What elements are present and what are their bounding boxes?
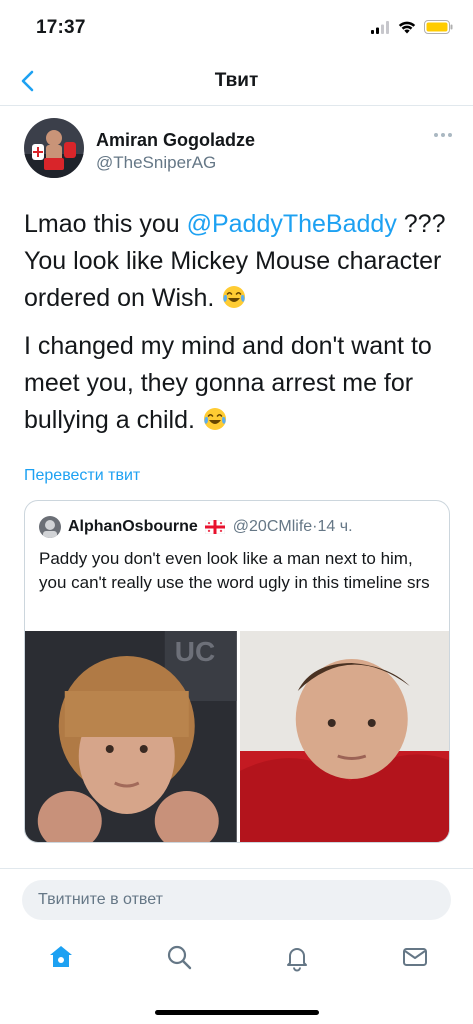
tweet-header: Amiran Gogoladze @TheSniperAG xyxy=(24,118,454,188)
face-with-tears-of-joy-icon xyxy=(223,286,246,308)
quoted-tweet-header: AlphanOsbourne @20CMlife · 14 ч. xyxy=(39,515,439,539)
tweet-paragraph-2: I changed my mind and don't want to meet… xyxy=(24,328,454,439)
battery-icon xyxy=(424,20,453,34)
quoted-tweet-text: Paddy you don't even look like a man nex… xyxy=(39,549,430,592)
quoted-photo-right[interactable] xyxy=(239,631,449,842)
home-indicator xyxy=(155,1010,319,1015)
tweet-text-part: Lmao this you xyxy=(24,210,187,238)
quoted-media: UC xyxy=(25,631,449,842)
search-icon[interactable] xyxy=(164,942,194,972)
author-name[interactable]: Amiran Gogoladze xyxy=(96,130,255,151)
page-title: Твит xyxy=(214,70,259,91)
home-icon[interactable] xyxy=(46,942,76,972)
status-time: 17:37 xyxy=(36,17,86,38)
georgia-flag-icon xyxy=(204,520,225,534)
author-avatar[interactable] xyxy=(24,118,84,178)
tweet-paragraph-1: Lmao this you @PaddyTheBaddy ??? You loo… xyxy=(24,206,454,317)
mention-link[interactable]: @PaddyTheBaddy xyxy=(187,210,397,238)
reply-input[interactable]: Твитните в ответ xyxy=(22,880,451,920)
quoted-photo-left[interactable]: UC xyxy=(25,631,237,842)
tweet-text: Lmao this you @PaddyTheBaddy ??? You loo… xyxy=(24,206,454,450)
more-options-icon[interactable] xyxy=(432,130,454,140)
quoted-timestamp: 14 ч. xyxy=(317,518,353,535)
messages-envelope-icon[interactable] xyxy=(400,942,430,972)
face-with-tears-of-joy-icon xyxy=(203,408,226,430)
quoted-tweet[interactable]: AlphanOsbourne @20CMlife · 14 ч. Paddy y… xyxy=(24,500,450,843)
tweet-text-part: I changed my mind and don't want to meet… xyxy=(24,332,432,434)
quoted-author-handle: @20CMlife xyxy=(232,518,313,535)
status-bar: 17:37 xyxy=(0,0,473,56)
navigation-bar: Твит xyxy=(0,56,473,106)
author-handle[interactable]: @TheSniperAG xyxy=(96,153,216,173)
translate-tweet-link[interactable]: Перевести твит xyxy=(24,467,140,485)
quoted-author-avatar xyxy=(39,516,61,538)
notifications-bell-icon[interactable] xyxy=(282,942,312,972)
divider xyxy=(0,868,473,869)
quoted-author-name: AlphanOsbourne xyxy=(68,518,198,535)
status-icons xyxy=(371,20,453,34)
svg-text:UC: UC xyxy=(175,636,215,667)
cellular-signal-icon xyxy=(371,20,389,34)
tab-bar xyxy=(0,932,473,982)
wifi-icon xyxy=(398,21,416,33)
